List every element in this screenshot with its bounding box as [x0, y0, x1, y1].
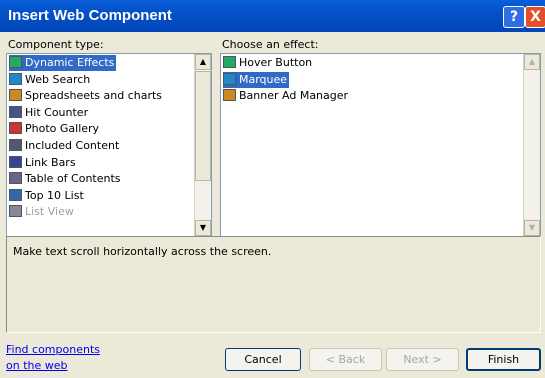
spreadsheet-icon	[9, 89, 22, 102]
effect-item[interactable]: Marquee	[223, 71, 290, 88]
effect-item[interactable]: Hover Button	[223, 55, 314, 71]
effect-scroll-up-button[interactable]: ▲	[524, 54, 540, 70]
component_type-item[interactable]: Link Bars	[9, 155, 78, 171]
scroll-up-button[interactable]: ▲	[195, 54, 211, 70]
link-bars-icon	[9, 155, 22, 168]
title-bar: Insert Web Component ? X	[0, 0, 545, 32]
component_type-item-label: Photo Gallery	[25, 122, 100, 136]
cancel-button[interactable]: Cancel	[225, 348, 301, 371]
list-view-icon	[9, 205, 22, 218]
description-panel: Make text scroll horizontally across the…	[6, 236, 541, 333]
scroll-down-button[interactable]: ▼	[195, 220, 211, 236]
component_type-item[interactable]: Photo Gallery	[9, 121, 101, 137]
window-title: Insert Web Component	[8, 7, 172, 24]
component_type-item[interactable]: List View	[9, 204, 76, 220]
component_type-item[interactable]: Web Search	[9, 72, 92, 88]
component_type-item-label: Table of Contents	[25, 172, 121, 186]
component_type-item[interactable]: Hit Counter	[9, 105, 90, 121]
component_type-item-label: Spreadsheets and charts	[25, 89, 163, 103]
effect-item-label: Banner Ad Manager	[239, 89, 349, 103]
effect-label: Choose an effect:	[222, 38, 319, 51]
component_type-item[interactable]: Top 10 List	[9, 188, 86, 204]
description-text: Make text scroll horizontally across the…	[13, 245, 272, 258]
top-10-list-icon	[9, 188, 22, 201]
component_type-item-label: Link Bars	[25, 155, 76, 169]
effect-list[interactable]: Hover Button Marquee Banner Ad Manager ▲ ▼	[220, 53, 541, 237]
component_type-item[interactable]: Table of Contents	[9, 171, 123, 187]
included-content-icon	[9, 139, 22, 151]
hit-counter-icon	[9, 105, 22, 118]
component_type-item[interactable]: Spreadsheets and charts	[9, 88, 164, 104]
component_type-item-label: Top 10 List	[25, 188, 84, 202]
component_type-item-label: Dynamic Effects	[25, 56, 115, 69]
effect-item-label: Marquee	[239, 72, 288, 86]
back-button[interactable]: < Back	[309, 348, 382, 371]
scroll-thumb[interactable]	[195, 71, 211, 181]
close-button[interactable]: X	[525, 6, 545, 28]
web-search-icon	[9, 72, 22, 85]
next-button[interactable]: Next >	[386, 348, 459, 371]
component_type-item-label: Web Search	[25, 72, 91, 86]
component-scrollbar[interactable]: ▲ ▼	[194, 54, 211, 236]
component_type-item[interactable]: Included Content	[9, 138, 121, 154]
dynamic-effects-icon	[9, 56, 22, 68]
banner-ad-icon	[223, 89, 236, 102]
component_type-item-label: Hit Counter	[25, 105, 89, 119]
component_type-item[interactable]: Dynamic Effects	[9, 55, 117, 71]
effect-item-label: Hover Button	[239, 56, 313, 69]
on-the-web-link[interactable]: on the web	[6, 359, 68, 372]
marquee-icon	[223, 72, 236, 85]
hover-button-icon	[223, 56, 236, 68]
help-button[interactable]: ?	[503, 6, 525, 28]
table-of-contents-icon	[9, 172, 22, 185]
photo-gallery-icon	[9, 122, 22, 135]
component_type-item-label: List View	[25, 205, 74, 219]
find-components-link[interactable]: Find components	[6, 343, 100, 356]
finish-button[interactable]: Finish	[466, 348, 541, 371]
component-type-list[interactable]: Dynamic Effects Web Search Spreadsheets an…	[6, 53, 212, 237]
effect-scrollbar[interactable]: ▲ ▼	[523, 54, 540, 236]
effect-item[interactable]: Banner Ad Manager	[223, 88, 350, 104]
effect-scroll-down-button[interactable]: ▼	[524, 220, 540, 236]
component-type-label: Component type:	[8, 38, 104, 51]
component_type-item-label: Included Content	[25, 139, 120, 152]
